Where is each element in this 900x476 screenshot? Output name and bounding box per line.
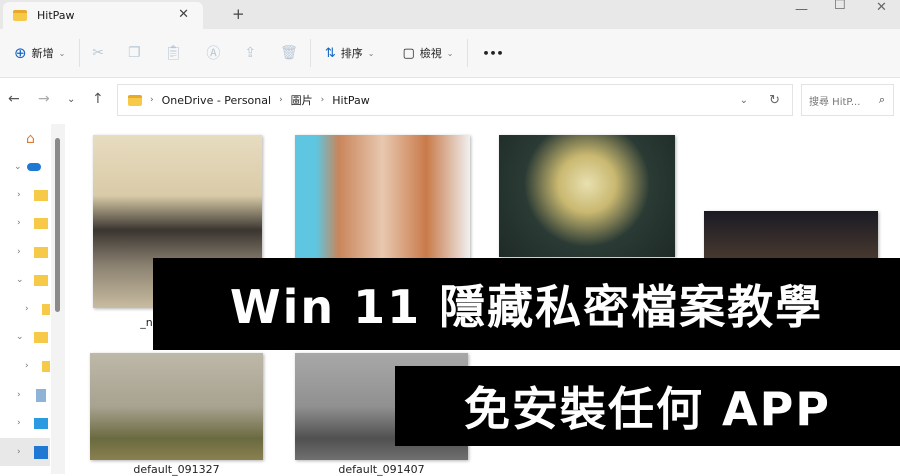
folder-icon xyxy=(34,189,48,201)
plus-circle-icon: ⊕ xyxy=(14,44,27,62)
share-icon: ⇪ xyxy=(244,45,257,61)
forward-arrow-icon[interactable]: → xyxy=(38,91,50,107)
up-arrow-icon[interactable]: ↑ xyxy=(92,91,104,107)
search-placeholder: 搜尋 HitP... xyxy=(809,96,861,108)
delete-button[interactable]: 🗑︎ xyxy=(268,45,310,61)
copy-button[interactable]: ❐ xyxy=(116,45,153,61)
sidebar-item-documents[interactable]: › xyxy=(0,381,50,409)
history-chevron-icon[interactable]: ⌄ xyxy=(740,95,748,106)
close-window-button[interactable]: ✕ xyxy=(876,0,887,15)
sidebar-item-folder[interactable]: › xyxy=(0,295,50,323)
document-icon xyxy=(36,388,46,402)
address-bar[interactable]: › OneDrive - Personal › 圖片 › HitPaw ⌄ ↻ xyxy=(117,84,793,116)
title-bar: HitPaw ✕ + — ☐ ✕ xyxy=(0,0,900,29)
sidebar-item-folder[interactable]: ⌄ xyxy=(0,266,50,294)
breadcrumb-item[interactable]: OneDrive - Personal xyxy=(162,94,271,107)
banner-subtitle: 免安裝任何 APP xyxy=(395,366,900,446)
sort-button[interactable]: ⇅ 排序 ⌄ xyxy=(311,45,389,61)
folder-icon xyxy=(128,94,142,106)
folder-icon xyxy=(42,360,50,372)
sidebar-item-home[interactable]: ⌂ xyxy=(0,125,50,153)
new-tab-button[interactable]: + xyxy=(232,5,245,23)
copy-icon: ❐ xyxy=(128,45,141,61)
file-thumbnail[interactable] xyxy=(90,353,263,460)
sidebar-item-folder[interactable]: ⌄ xyxy=(0,323,50,351)
file-thumbnail[interactable] xyxy=(704,211,878,261)
view-label: 檢視 xyxy=(419,47,442,60)
breadcrumb-item[interactable]: HitPaw xyxy=(332,94,370,107)
folder-icon xyxy=(34,246,48,258)
trash-icon: 🗑︎ xyxy=(280,45,298,61)
sidebar-item-onedrive[interactable]: ⌄ xyxy=(0,153,50,181)
folder-icon xyxy=(34,217,48,229)
sidebar-item-folder[interactable]: › xyxy=(0,209,50,237)
banner-title: Win 11 隱藏私密檔案教學 xyxy=(153,258,900,350)
tab-hitpaw[interactable]: HitPaw ✕ xyxy=(3,2,203,29)
command-bar: ⊕ 新增 ⌄ ✂ ❐ 📋︎ Ⓐ ⇪ 🗑︎ ⇅ 排序 ⌄ ▢ 檢視 ⌄ ••• xyxy=(0,29,900,78)
file-name[interactable]: default_091407 xyxy=(290,463,473,476)
sort-label: 排序 xyxy=(340,47,363,60)
folder-icon xyxy=(42,303,50,315)
paste-button[interactable]: 📋︎ xyxy=(153,45,195,61)
search-icon: ⌕ xyxy=(878,93,885,106)
folder-icon xyxy=(34,274,48,286)
rename-button[interactable]: Ⓐ xyxy=(194,43,232,63)
scissors-icon: ✂ xyxy=(92,45,105,61)
sort-icon: ⇅ xyxy=(324,45,336,61)
file-thumbnail[interactable] xyxy=(499,135,675,257)
file-thumbnail[interactable] xyxy=(295,135,470,265)
sidebar-item-desktop[interactable]: › xyxy=(0,409,50,437)
file-name[interactable]: default_091327 xyxy=(85,463,268,476)
refresh-icon[interactable]: ↻ xyxy=(769,93,780,108)
new-button[interactable]: ⊕ 新增 ⌄ xyxy=(0,44,79,62)
tab-title: HitPaw xyxy=(37,9,75,22)
share-button[interactable]: ⇪ xyxy=(232,45,268,61)
folder-icon xyxy=(13,10,27,21)
desktop-icon xyxy=(34,417,48,429)
sidebar-item-pictures[interactable]: › xyxy=(0,438,50,466)
rename-icon: Ⓐ xyxy=(206,46,221,62)
minimize-button[interactable]: — xyxy=(795,2,808,17)
view-icon: ▢ xyxy=(402,45,415,61)
search-input[interactable]: 搜尋 HitP... ⌕ xyxy=(801,84,894,116)
view-button[interactable]: ▢ 檢視 ⌄ xyxy=(388,45,467,61)
sidebar-item-folder[interactable]: › xyxy=(0,181,50,209)
more-button[interactable]: ••• xyxy=(468,47,517,60)
recent-chevron-icon[interactable]: ⌄ xyxy=(67,94,75,105)
folder-icon xyxy=(34,331,48,343)
close-tab-icon[interactable]: ✕ xyxy=(178,7,189,22)
scrollbar-thumb[interactable] xyxy=(55,138,60,312)
back-arrow-icon[interactable]: ← xyxy=(8,91,20,107)
cloud-icon xyxy=(27,163,41,171)
maximize-button[interactable]: ☐ xyxy=(834,0,846,13)
clipboard-icon: 📋︎ xyxy=(164,45,183,61)
home-icon: ⌂ xyxy=(26,131,35,147)
sidebar-item-folder[interactable]: › xyxy=(0,238,50,266)
sidebar-item-folder[interactable]: › xyxy=(0,352,50,380)
breadcrumb-item[interactable]: 圖片 xyxy=(291,92,313,108)
cut-button[interactable]: ✂ xyxy=(80,45,116,61)
new-label: 新增 xyxy=(31,47,54,60)
pictures-icon xyxy=(34,445,48,459)
